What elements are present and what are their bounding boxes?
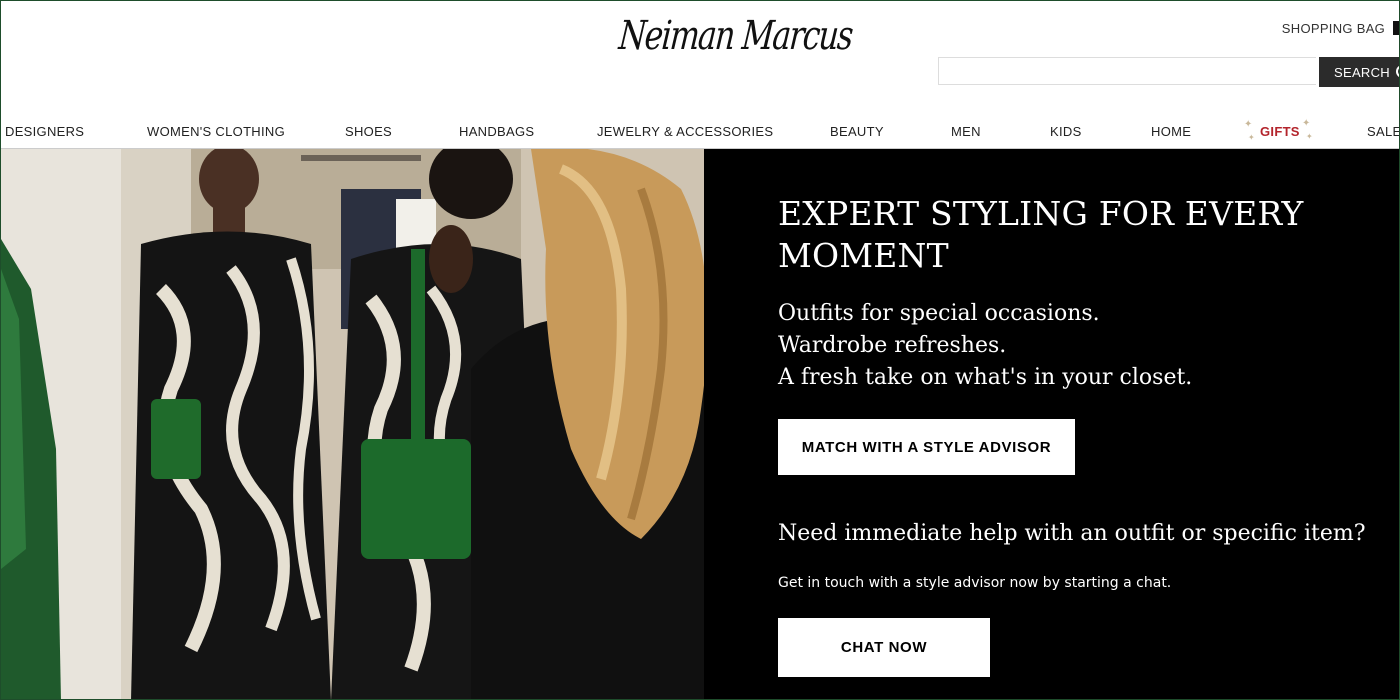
nav-item-designers[interactable]: DESIGNERS [5, 124, 84, 139]
hero-line-3: A fresh take on what's in your closet. [778, 365, 1193, 390]
nav-item-womens-clothing[interactable]: WOMEN'S CLOTHING [147, 124, 285, 139]
hero-line-2: Wardrobe refreshes. [778, 333, 1007, 358]
sparkle-icon: ✦ [1306, 132, 1313, 141]
help-heading: Need immediate help with an outfit or sp… [778, 521, 1366, 546]
main-nav: DESIGNERS WOMEN'S CLOTHING SHOES HANDBAG… [1, 111, 1399, 149]
nav-item-handbags[interactable]: HANDBAGS [459, 124, 534, 139]
search-button[interactable]: SEARCH [1319, 57, 1399, 87]
sparkle-icon: ✦ [1244, 119, 1253, 130]
site-header: Neiman Marcus SHOPPING BAG SEARCH [1, 1, 1399, 111]
search-input[interactable] [938, 57, 1316, 85]
hero-content-panel: EXPERT STYLING FOR EVERY MOMENT Outfits … [704, 149, 1399, 699]
shopping-bag-label: SHOPPING BAG [1281, 21, 1386, 36]
nav-item-kids[interactable]: KIDS [1050, 124, 1082, 139]
brand-logo[interactable]: Neiman Marcus [617, 13, 853, 59]
search-button-label: SEARCH [1334, 64, 1390, 80]
hero-line-1: Outfits for special occasions. [778, 301, 1100, 326]
nav-item-gifts[interactable]: GIFTS [1260, 124, 1300, 139]
nav-item-jewelry-accessories[interactable]: JEWELRY & ACCESSORIES [597, 124, 773, 139]
nav-item-shoes[interactable]: SHOES [345, 124, 392, 139]
nav-item-men[interactable]: MEN [951, 124, 981, 139]
shopping-bag-link[interactable]: SHOPPING BAG [1282, 21, 1399, 36]
sparkle-icon: ✦ [1248, 133, 1255, 142]
search-icon [1395, 64, 1399, 78]
nav-item-home[interactable]: HOME [1151, 124, 1191, 139]
hero-title: EXPERT STYLING FOR EVERY MOMENT [778, 194, 1304, 275]
hero-banner: EXPERT STYLING FOR EVERY MOMENT Outfits … [1, 149, 1399, 699]
page-frame: Neiman Marcus SHOPPING BAG SEARCH DESIGN… [0, 0, 1400, 700]
hero-photo-illustration [1, 149, 704, 699]
nav-item-sale[interactable]: SALE [1367, 124, 1399, 139]
sparkle-icon: ✦ [1302, 118, 1311, 129]
hero-photo [1, 149, 704, 699]
match-style-advisor-button[interactable]: MATCH WITH A STYLE ADVISOR [778, 419, 1075, 475]
nav-item-beauty[interactable]: BEAUTY [830, 124, 884, 139]
chat-now-button[interactable]: CHAT NOW [778, 618, 990, 677]
shopping-bag-icon [1393, 21, 1399, 35]
help-text: Get in touch with a style advisor now by… [778, 575, 1172, 591]
